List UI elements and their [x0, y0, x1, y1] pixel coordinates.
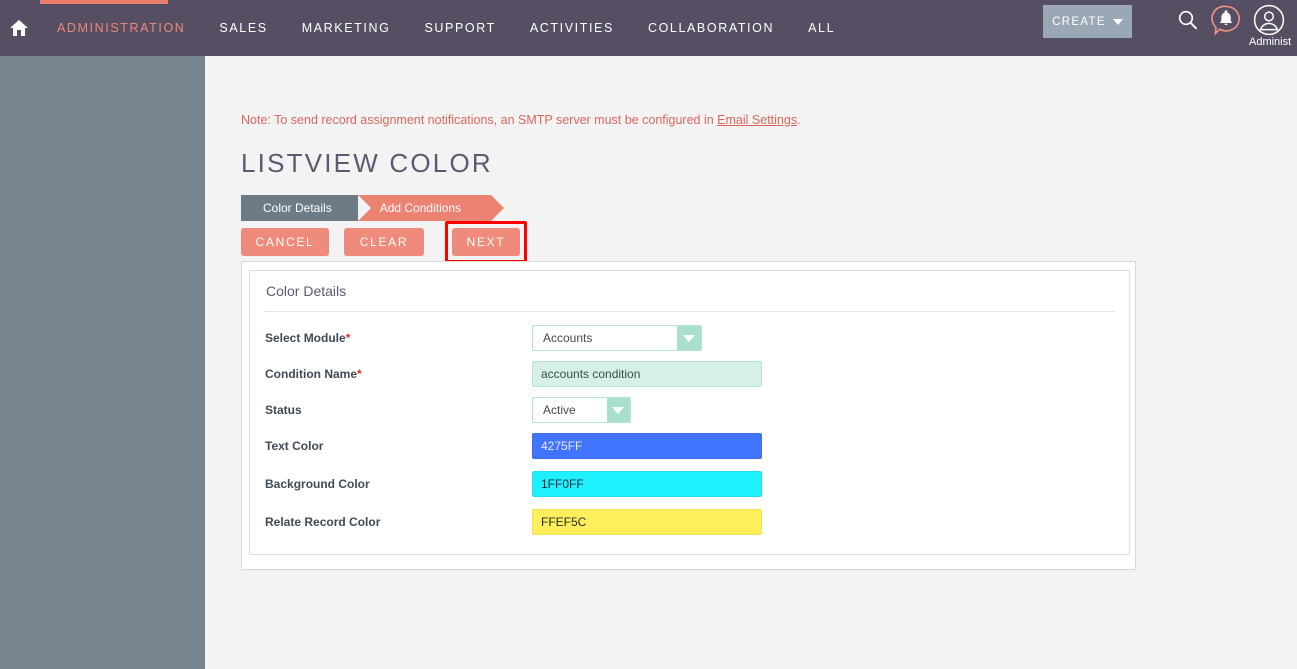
smtp-note: Note: To send record assignment notifica…: [241, 113, 801, 127]
home-icon[interactable]: [8, 17, 30, 39]
select-module-dropdown[interactable]: Accounts: [532, 325, 702, 351]
field-label-status: Status: [265, 403, 302, 417]
nav-item-support[interactable]: SUPPORT: [407, 0, 512, 56]
cancel-button[interactable]: CANCEL: [241, 228, 329, 256]
field-row-select-module: Select Module* Accounts: [258, 323, 1128, 361]
required-marker: *: [345, 331, 351, 345]
color-details-card: Color Details Select Module* Accounts Co: [249, 270, 1130, 555]
card-title: Color Details: [266, 283, 347, 299]
user-avatar-icon[interactable]: [1253, 4, 1285, 36]
status-dropdown[interactable]: Active: [532, 397, 631, 423]
create-button[interactable]: CREATE: [1043, 5, 1132, 38]
condition-name-input[interactable]: accounts condition: [532, 361, 762, 387]
text-color-input[interactable]: 4275FF: [532, 433, 762, 459]
smtp-note-prefix: Note: To send record assignment notifica…: [241, 113, 718, 127]
chevron-down-icon[interactable]: [677, 326, 701, 350]
wizard-step-color-details[interactable]: Color Details: [241, 195, 375, 221]
email-settings-link[interactable]: Email Settings: [717, 113, 797, 127]
field-label-select-module-text: Select Module: [265, 331, 346, 345]
field-row-relate-record-color: Relate Record Color FFEF5C: [258, 507, 1128, 545]
field-label-background-color: Background Color: [265, 477, 370, 491]
field-label-condition-name: Condition Name*: [265, 367, 362, 381]
wizard-step-color-details-label: Color Details: [263, 201, 332, 215]
field-label-relate-record-color: Relate Record Color: [265, 515, 381, 529]
field-row-background-color: Background Color 1FF0FF: [258, 469, 1128, 507]
wizard-step-add-conditions-label: Add Conditions: [379, 201, 462, 215]
nav-item-all[interactable]: ALL: [791, 0, 852, 56]
app-root: ADMINISTRATION SALES MARKETING SUPPORT A…: [0, 0, 1297, 669]
required-marker: *: [357, 367, 362, 381]
create-button-label: CREATE: [1052, 15, 1106, 28]
user-name-label: Administ: [1249, 36, 1292, 48]
chevron-down-icon[interactable]: [606, 398, 630, 422]
nav-item-sales[interactable]: SALES: [202, 0, 284, 56]
field-label-text-color: Text Color: [265, 439, 324, 453]
chevron-down-icon: [1112, 18, 1123, 25]
card-divider: [265, 311, 1115, 312]
wizard-step-add-conditions[interactable]: Add Conditions: [357, 195, 505, 221]
smtp-note-suffix: .: [797, 113, 801, 127]
nav-item-administration[interactable]: ADMINISTRATION: [40, 0, 202, 56]
notification-bell-icon[interactable]: [1209, 4, 1243, 38]
nav-item-collaboration[interactable]: COLLABORATION: [631, 0, 791, 56]
clear-button[interactable]: CLEAR: [344, 228, 424, 256]
nav-item-activities[interactable]: ACTIVITIES: [513, 0, 631, 56]
form-outer-panel: Color Details Select Module* Accounts Co: [241, 261, 1136, 570]
search-icon[interactable]: [1175, 8, 1201, 34]
nav-item-marketing[interactable]: MARKETING: [285, 0, 408, 56]
main-content: Note: To send record assignment notifica…: [205, 56, 1297, 669]
next-button-highlight: NEXT: [445, 221, 527, 263]
relate-record-color-input[interactable]: FFEF5C: [532, 509, 762, 535]
field-row-status: Status Active: [258, 395, 1128, 433]
field-row-text-color: Text Color 4275FF: [258, 431, 1128, 469]
field-row-condition-name: Condition Name* accounts condition: [258, 359, 1128, 397]
background-color-input[interactable]: 1FF0FF: [532, 471, 762, 497]
left-sidebar: [0, 56, 205, 669]
select-module-value: Accounts: [543, 331, 593, 345]
page-title: LISTVIEW COLOR: [241, 148, 493, 178]
wizard-steps: Color Details Add Conditions: [241, 195, 505, 221]
field-label-select-module: Select Module*: [265, 331, 350, 345]
top-navigation-bar: ADMINISTRATION SALES MARKETING SUPPORT A…: [0, 0, 1297, 56]
status-value: Active: [543, 403, 576, 417]
field-label-condition-name-text: Condition Name: [265, 367, 357, 381]
main-nav: ADMINISTRATION SALES MARKETING SUPPORT A…: [40, 0, 852, 56]
next-button[interactable]: NEXT: [452, 228, 520, 256]
